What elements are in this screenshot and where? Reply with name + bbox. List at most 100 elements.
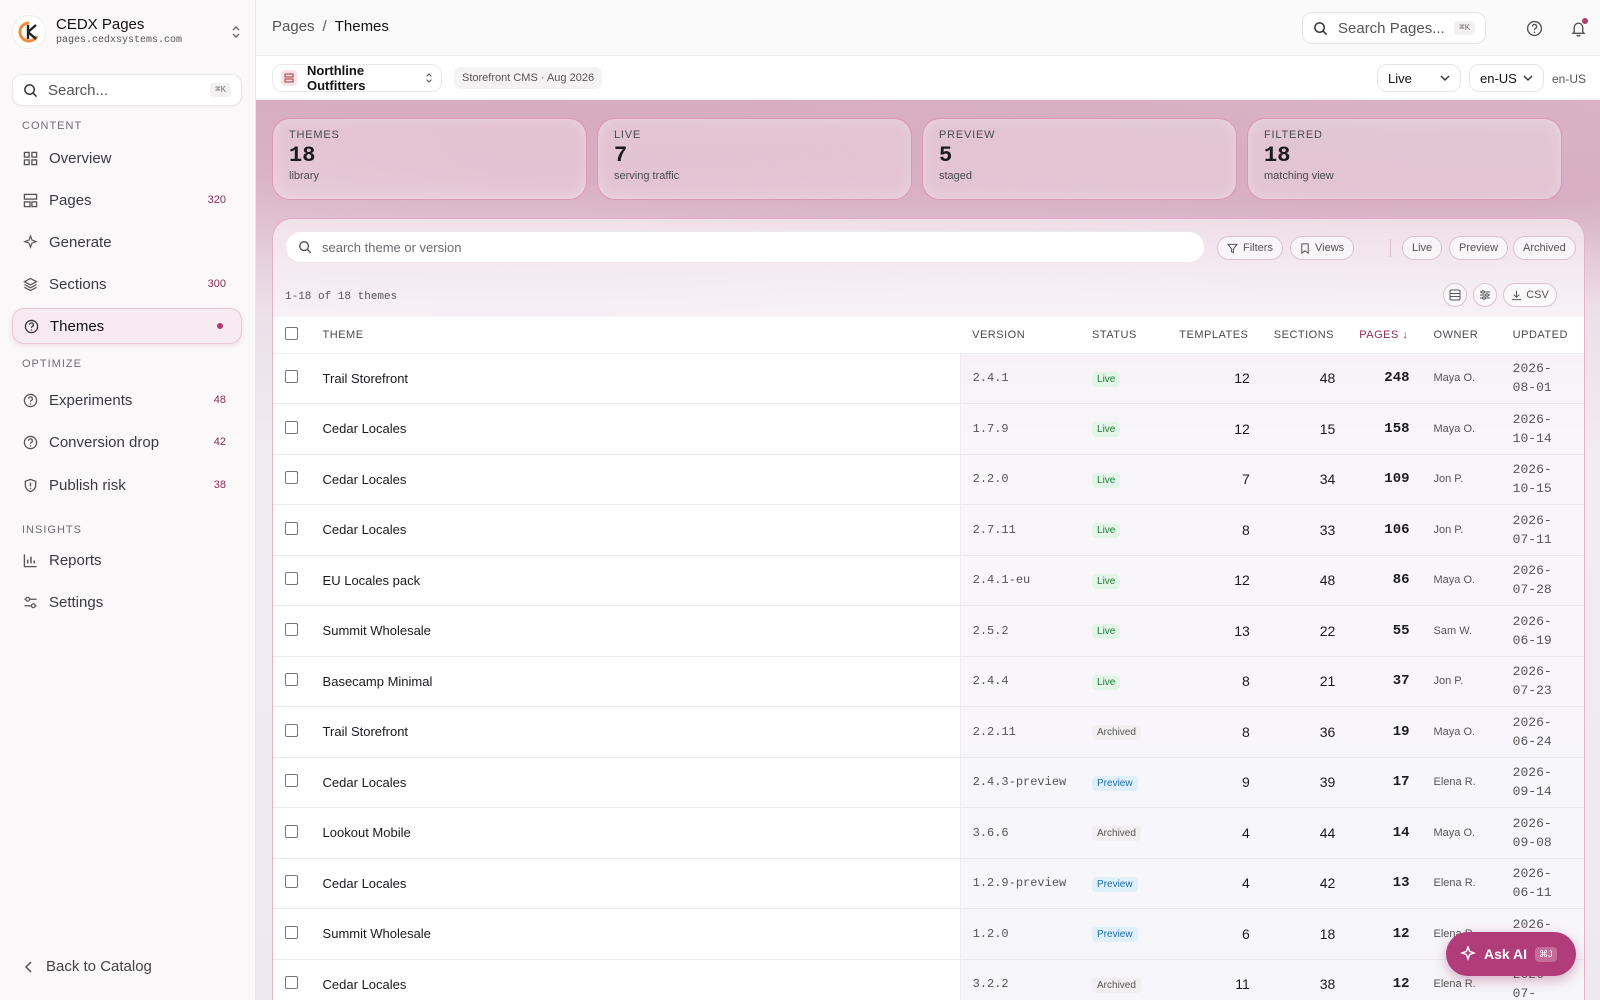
global-search-input[interactable]: Search Pages... ⌘K <box>1302 12 1486 44</box>
status-chip-preview[interactable]: Preview <box>1449 236 1509 260</box>
table-header-row: THEME VERSION STATUS TEMPLATES SECTIONS … <box>273 317 1584 354</box>
col-templates[interactable]: TEMPLATES <box>1167 317 1262 354</box>
table-row[interactable]: Cedar Locales 2.2.0 Live 7 34 109 Jon P. 2026-1… <box>273 454 1584 505</box>
sidebar-item-reports[interactable]: Reports <box>12 542 242 578</box>
status-badge: Live <box>1092 472 1121 488</box>
table-row[interactable]: EU Locales pack 2.4.1-eu Live 12 48 86 Maya O.… <box>273 555 1584 606</box>
row-checkbox[interactable] <box>285 370 298 384</box>
table-row[interactable]: Trail Storefront 2.4.1 Live 12 48 248 Maya O. 2… <box>273 353 1584 404</box>
sidebar-item-pages[interactable]: Pages 320 <box>12 182 242 218</box>
global-search-placeholder: Search Pages... <box>1338 19 1445 37</box>
select-all-checkbox[interactable] <box>285 326 298 340</box>
ask-ai-button[interactable]: Ask AI ⌘J <box>1446 932 1576 976</box>
bell-icon[interactable] <box>1568 18 1588 38</box>
row-checkbox[interactable] <box>285 471 298 485</box>
row-checkbox[interactable] <box>285 723 298 737</box>
theme-name[interactable]: Cedar Locales <box>310 504 961 555</box>
table-row[interactable]: Cedar Locales 2.4.3-preview Preview 9 39 17 El… <box>273 757 1584 808</box>
views-button[interactable]: Views <box>1290 236 1355 260</box>
sidebar-item-experiments[interactable]: Experiments 48 <box>12 382 242 418</box>
status-cell: Live <box>1080 606 1167 657</box>
row-checkbox[interactable] <box>285 774 298 788</box>
theme-name[interactable]: Trail Storefront <box>310 353 961 404</box>
theme-name[interactable]: Summit Wholesale <box>310 605 961 656</box>
search-icon <box>1314 21 1328 35</box>
table-row[interactable]: Basecamp Minimal 2.4.4 Live 8 21 37 Jon P. 2026… <box>273 656 1584 707</box>
filters-button[interactable]: Filters <box>1217 236 1283 260</box>
row-checkbox[interactable] <box>285 976 298 990</box>
col-updated[interactable]: UPDATED <box>1500 317 1584 354</box>
status-chip-archived[interactable]: Archived <box>1513 236 1576 260</box>
density-button[interactable] <box>1443 283 1467 307</box>
row-select-cell <box>273 656 311 707</box>
help-icon[interactable] <box>1524 18 1544 38</box>
environment-select[interactable]: Live <box>1377 64 1461 92</box>
row-checkbox[interactable] <box>285 521 298 535</box>
row-checkbox[interactable] <box>285 572 298 586</box>
status-chip-live[interactable]: Live <box>1402 236 1443 260</box>
sidebar-item-generate[interactable]: Generate <box>12 224 242 260</box>
theme-name[interactable]: Basecamp Minimal <box>310 656 961 707</box>
status-badge: Live <box>1092 523 1121 539</box>
workspace-switcher[interactable]: CEDX Pages pages.cedxsystems.com <box>12 14 244 50</box>
table-row[interactable]: Lookout Mobile 3.6.6 Archived 4 44 14 Maya O. 2… <box>273 807 1584 858</box>
export-csv-button[interactable]: CSV <box>1503 283 1557 307</box>
theme-name[interactable]: Cedar Locales <box>310 403 961 454</box>
ask-ai-shortcut: ⌘J <box>1535 946 1557 962</box>
sidebar-item-publish-risk[interactable]: Publish risk 38 <box>12 467 242 503</box>
col-sections[interactable]: SECTIONS <box>1261 317 1348 354</box>
theme-name[interactable]: Cedar Locales <box>310 858 961 909</box>
col-version[interactable]: VERSION <box>960 317 1081 354</box>
sparkle-icon <box>1460 946 1476 962</box>
pages-count: 55 <box>1392 622 1410 639</box>
row-checkbox[interactable] <box>285 673 298 687</box>
theme-name[interactable]: Cedar Locales <box>310 959 961 1000</box>
owner-name: Maya O. <box>1433 725 1476 738</box>
table-row[interactable]: Trail Storefront 2.2.11 Archived 8 36 19 Maya … <box>273 706 1584 757</box>
theme-name[interactable]: Trail Storefront <box>310 706 961 757</box>
store-switcher[interactable]: Northline Outfitters <box>272 63 442 93</box>
stat-value: 18 <box>289 143 316 168</box>
sidebar-item-conversion-drop[interactable]: Conversion drop 42 <box>12 424 242 460</box>
theme-search-input[interactable]: search theme or version <box>285 231 1205 263</box>
sidebar-item-overview[interactable]: Overview <box>12 140 242 176</box>
chevron-up-down-icon[interactable] <box>228 22 244 42</box>
theme-version: 2.4.1-eu <box>972 573 1031 588</box>
top-header: Pages / Themes Search Pages... ⌘K <box>256 0 1600 56</box>
col-owner[interactable]: OWNER <box>1421 317 1501 354</box>
breadcrumb-separator: / <box>322 18 327 35</box>
table-row[interactable]: Cedar Locales 1.7.9 Live 12 15 158 Maya O. 2026… <box>273 403 1584 454</box>
theme-name[interactable]: Summit Wholesale <box>310 908 961 959</box>
table-row[interactable]: Cedar Locales 1.2.9-preview Preview 4 42 13 El… <box>273 858 1584 909</box>
table-row[interactable]: Summit Wholesale 1.2.0 Preview 6 18 12 Elena R… <box>273 908 1584 959</box>
columns-settings-button[interactable] <box>1473 283 1497 307</box>
status-cell: Preview <box>1080 858 1167 909</box>
back-to-catalog-link[interactable]: Back to Catalog <box>24 958 152 975</box>
theme-name[interactable]: Cedar Locales <box>310 454 961 505</box>
col-status[interactable]: STATUS <box>1080 317 1168 354</box>
locale-select[interactable]: en-US <box>1469 64 1544 92</box>
row-checkbox[interactable] <box>285 420 298 434</box>
sidebar-item-settings[interactable]: Settings <box>12 584 242 620</box>
breadcrumb-pages-link[interactable]: Pages <box>272 18 315 35</box>
theme-name[interactable]: Cedar Locales <box>310 757 961 808</box>
table-row[interactable]: Summit Wholesale 2.5.2 Live 13 22 55 Sam W. 202… <box>273 605 1584 657</box>
col-theme[interactable]: THEME <box>310 317 961 354</box>
status-cell: Archived <box>1080 959 1167 1000</box>
row-checkbox[interactable] <box>285 824 298 838</box>
row-checkbox[interactable] <box>285 875 298 889</box>
row-select-cell <box>273 706 311 757</box>
col-pages[interactable]: PAGES ↓ <box>1347 317 1422 354</box>
row-checkbox[interactable] <box>285 622 298 636</box>
table-row[interactable]: Cedar Locales 3.2.2 Archived 11 38 12 Elena R.… <box>273 959 1584 1000</box>
row-checkbox[interactable] <box>285 925 298 939</box>
sidebar-item-sections[interactable]: Sections 300 <box>12 266 242 302</box>
sidebar-item-themes[interactable]: Themes <box>12 308 242 344</box>
sidebar-search-input[interactable]: Search... ⌘K <box>12 74 242 106</box>
page-title: Themes <box>334 18 389 35</box>
templates-count: 4 <box>1241 824 1250 841</box>
templates-count: 8 <box>1241 521 1250 538</box>
theme-name[interactable]: Lookout Mobile <box>310 807 961 858</box>
theme-name[interactable]: EU Locales pack <box>310 555 961 606</box>
table-row[interactable]: Cedar Locales 2.7.11 Live 8 33 106 Jon P. 2026-… <box>273 504 1584 555</box>
